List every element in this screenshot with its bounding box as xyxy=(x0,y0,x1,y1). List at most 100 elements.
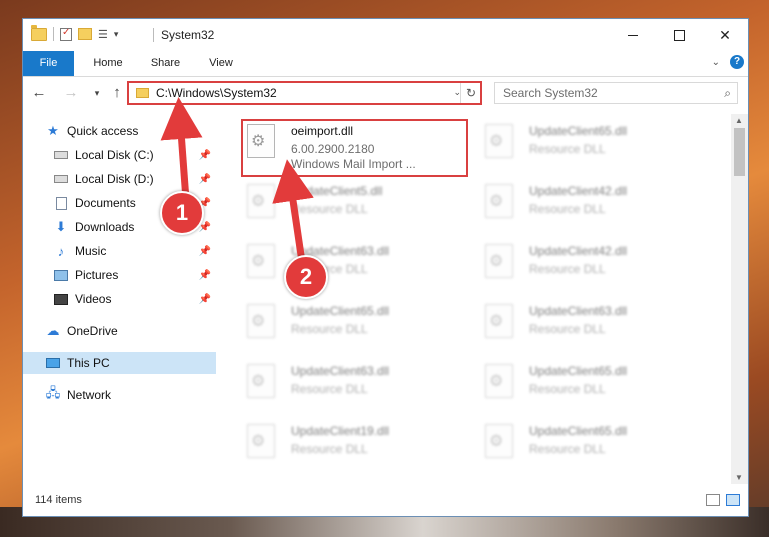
sidebar-item-label: OneDrive xyxy=(67,324,118,338)
sidebar-item-label: Videos xyxy=(75,292,112,306)
file-name: UpdateClient19.dll xyxy=(291,424,390,438)
drive-icon xyxy=(54,175,68,183)
search-box[interactable]: Search System32 ⌕ xyxy=(494,82,738,104)
file-item[interactable]: UpdateClient63.dll Resource DLL xyxy=(243,238,463,294)
close-button[interactable]: ✕ xyxy=(702,19,748,51)
file-item[interactable]: UpdateClient65.dll Resource DLL xyxy=(481,418,701,474)
file-item[interactable]: UpdateClient65.dll Resource DLL xyxy=(481,118,701,174)
navigation-bar: ← → ▾ ↑ C:\Windows\System32 ⌄ ↻ Search S… xyxy=(23,77,748,112)
dll-file-icon xyxy=(485,124,513,158)
file-type: Resource DLL xyxy=(291,202,368,216)
pin-icon[interactable]: 📌 xyxy=(199,270,211,281)
sidebar-item-music[interactable]: ♪ Music 📌 xyxy=(53,240,216,262)
sidebar-item-label: Downloads xyxy=(75,220,135,234)
sidebar-item-local-disk-d[interactable]: Local Disk (D:) 📌 xyxy=(53,168,216,190)
network-icon: 🖧 xyxy=(45,385,61,400)
file-explorer-window: ☰ ▾ System32 ✕ File Home Share View ⌄ ? … xyxy=(22,18,749,517)
search-input[interactable]: Search System32 xyxy=(503,86,598,100)
download-icon: ⬇ xyxy=(55,219,67,234)
pin-icon[interactable]: 📌 xyxy=(199,150,211,161)
tab-share[interactable]: Share xyxy=(143,51,188,76)
folder-icon xyxy=(31,24,47,41)
sidebar-item-label: Local Disk (D:) xyxy=(75,172,154,186)
pin-icon[interactable]: 📌 xyxy=(199,174,211,185)
recent-locations-icon[interactable]: ▾ xyxy=(87,88,107,99)
minimize-button[interactable] xyxy=(610,19,656,51)
dll-file-icon xyxy=(247,244,275,278)
scroll-down-icon[interactable]: ▼ xyxy=(735,473,743,482)
details-view-icon[interactable] xyxy=(706,494,720,506)
vertical-scrollbar[interactable]: ▲ ▼ xyxy=(731,114,748,484)
sidebar-item-local-disk-c[interactable]: Local Disk (C:) 📌 xyxy=(53,144,216,166)
new-folder-icon[interactable] xyxy=(78,28,92,40)
file-name: UpdateClient5.dll xyxy=(291,184,383,198)
search-icon: ⌕ xyxy=(724,86,731,100)
videos-icon xyxy=(54,293,68,305)
sidebar-item-onedrive[interactable]: ☁ OneDrive xyxy=(45,320,216,342)
minimize-icon xyxy=(628,34,638,36)
ribbon-controls: ⌄ ? xyxy=(712,55,744,69)
cloud-icon: ☁ xyxy=(46,323,60,338)
customize-icon[interactable]: ☰ xyxy=(98,28,108,41)
file-item-oeimport[interactable]: oeimport.dll 6.00.2900.2180 Windows Mail… xyxy=(243,118,463,174)
help-icon[interactable]: ? xyxy=(730,55,744,69)
refresh-icon[interactable]: ↻ xyxy=(460,82,482,104)
dll-file-icon xyxy=(485,364,513,398)
item-count: 114 items xyxy=(35,494,82,506)
properties-icon[interactable] xyxy=(60,27,72,41)
sidebar-item-this-pc[interactable]: This PC xyxy=(23,352,216,374)
pin-icon[interactable]: 📌 xyxy=(199,294,211,305)
file-item[interactable]: UpdateClient65.dll Resource DLL xyxy=(481,358,701,414)
dll-file-icon xyxy=(485,244,513,278)
file-item[interactable]: UpdateClient42.dll Resource DLL xyxy=(481,178,701,234)
sidebar-item-quick-access[interactable]: ★ Quick access xyxy=(45,120,216,142)
file-name: UpdateClient65.dll xyxy=(529,364,628,378)
divider xyxy=(53,27,54,41)
music-icon: ♪ xyxy=(57,243,65,259)
pin-icon[interactable]: 📌 xyxy=(199,246,211,257)
file-item[interactable]: UpdateClient5.dll Resource DLL xyxy=(243,178,463,234)
file-type: Resource DLL xyxy=(529,202,606,216)
large-icons-view-icon[interactable] xyxy=(726,494,740,506)
address-path[interactable]: C:\Windows\System32 xyxy=(156,86,277,100)
dll-file-icon xyxy=(247,424,275,458)
file-item[interactable]: UpdateClient63.dll Resource DLL xyxy=(243,358,463,414)
file-item[interactable]: UpdateClient65.dll Resource DLL xyxy=(243,298,463,354)
sidebar-item-videos[interactable]: Videos 📌 xyxy=(53,288,216,310)
pictures-icon xyxy=(54,269,68,281)
file-version: 6.00.2900.2180 xyxy=(291,142,375,156)
drive-icon xyxy=(54,151,68,159)
tab-file[interactable]: File xyxy=(23,51,74,76)
expand-ribbon-icon[interactable]: ⌄ xyxy=(712,57,720,68)
address-bar[interactable]: C:\Windows\System32 ⌄ ↻ xyxy=(128,82,482,104)
star-icon: ★ xyxy=(47,123,59,138)
scroll-up-icon[interactable]: ▲ xyxy=(735,116,743,125)
navigation-pane: ★ Quick access Local Disk (C:) 📌 Local D… xyxy=(23,114,216,484)
back-arrow-icon[interactable]: ← xyxy=(29,84,49,101)
callout-1: 1 xyxy=(160,191,204,235)
up-arrow-icon[interactable]: ↑ xyxy=(107,84,127,101)
forward-arrow-icon[interactable]: → xyxy=(61,84,81,101)
file-name: oeimport.dll xyxy=(291,124,354,138)
scroll-thumb[interactable] xyxy=(734,128,745,176)
chevron-down-icon[interactable]: ▾ xyxy=(114,29,119,40)
sidebar-item-pictures[interactable]: Pictures 📌 xyxy=(53,264,216,286)
sidebar-item-label: This PC xyxy=(67,356,110,370)
file-item[interactable]: UpdateClient42.dll Resource DLL xyxy=(481,238,701,294)
tab-home[interactable]: Home xyxy=(83,51,133,76)
file-type: Resource DLL xyxy=(291,322,368,336)
file-type: Resource DLL xyxy=(529,442,606,456)
file-type: Resource DLL xyxy=(529,382,606,396)
file-item[interactable]: UpdateClient19.dll Resource DLL xyxy=(243,418,463,474)
tab-view[interactable]: View xyxy=(199,51,243,76)
close-icon: ✕ xyxy=(719,26,731,43)
file-name: UpdateClient42.dll xyxy=(529,184,628,198)
sidebar-item-label: Documents xyxy=(75,196,136,210)
sidebar-item-label: Network xyxy=(67,388,112,402)
file-item[interactable]: UpdateClient63.dll Resource DLL xyxy=(481,298,701,354)
maximize-button[interactable] xyxy=(656,19,702,51)
divider xyxy=(153,28,154,42)
sidebar-item-label: Local Disk (C:) xyxy=(75,148,154,162)
sidebar-item-label: Quick access xyxy=(67,124,139,138)
sidebar-item-network[interactable]: 🖧 Network xyxy=(45,384,216,406)
